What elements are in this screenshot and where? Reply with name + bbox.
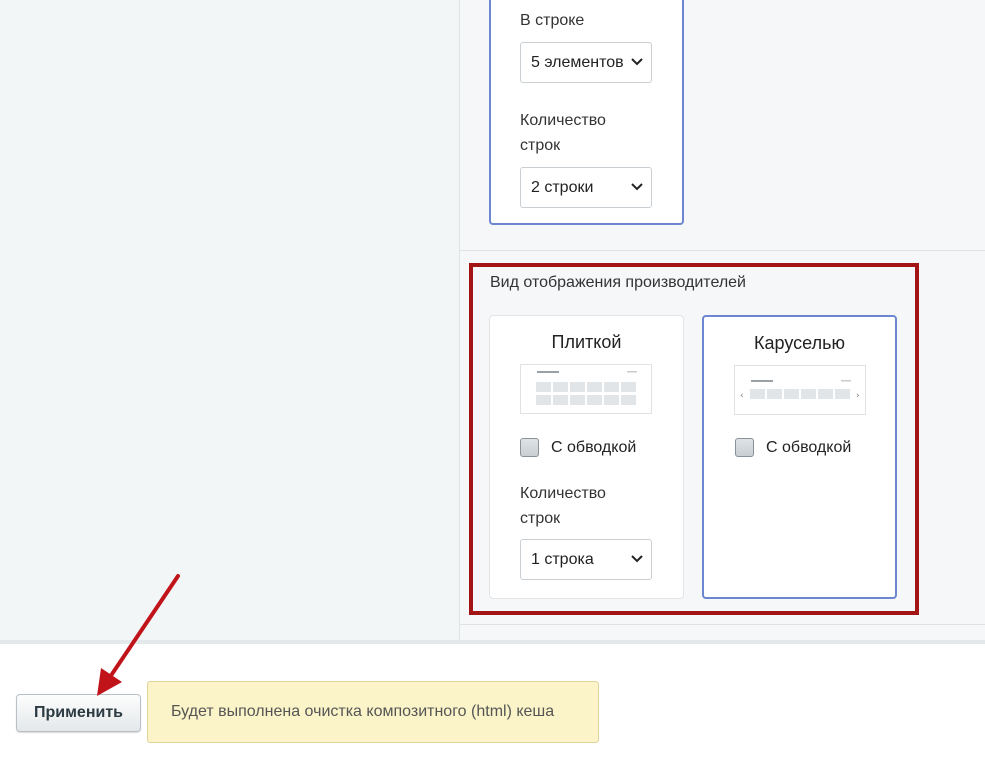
section-divider — [460, 624, 985, 625]
carousel-border-label: С обводкой — [766, 438, 852, 456]
rows-count-value: 2 строки — [531, 179, 594, 196]
items-per-row-value: 5 элементов — [531, 54, 624, 71]
chevron-down-icon — [631, 555, 643, 563]
apply-button[interactable]: Применить — [16, 694, 141, 732]
rows-count-label-2: строк — [520, 137, 561, 154]
left-panel — [0, 0, 460, 640]
tile-border-checkbox-row[interactable]: С обводкой — [520, 438, 636, 457]
carousel-preview-image: ‹ › — [734, 365, 866, 415]
tile-rows-label: Количество — [520, 485, 606, 502]
top-layout-card[interactable]: В строке 5 элементов Количество строк 2 … — [489, 0, 684, 225]
tile-rows-value: 1 строка — [531, 551, 594, 568]
chevron-down-icon — [631, 183, 643, 191]
chevron-down-icon — [631, 58, 643, 66]
rows-count-label: Количество — [520, 112, 606, 129]
tile-rows-select[interactable]: 1 строка — [520, 539, 652, 580]
svg-text:‹: ‹ — [740, 391, 744, 401]
items-per-row-label: В строке — [520, 12, 585, 29]
tile-option-card[interactable]: Плиткой С обводкой Количество строк 1 ст… — [489, 315, 684, 599]
carousel-option-card[interactable]: Каруселью ‹ › С обводкой — [702, 315, 897, 599]
rows-count-select[interactable]: 2 строки — [520, 167, 652, 208]
cache-notice: Будет выполнена очистка композитного (ht… — [147, 681, 599, 743]
carousel-border-checkbox-row[interactable]: С обводкой — [735, 438, 851, 457]
tile-option-title: Плиткой — [551, 332, 622, 352]
section-divider — [460, 250, 985, 251]
items-per-row-select[interactable]: 5 элементов — [520, 42, 652, 83]
carousel-option-title: Каруселью — [754, 333, 845, 353]
tile-preview-image — [520, 364, 652, 414]
brands-display-title: Вид отображения производителей — [490, 274, 746, 291]
tile-rows-label-2: строк — [520, 510, 561, 527]
carousel-border-checkbox[interactable] — [735, 438, 754, 457]
tile-border-label: С обводкой — [551, 438, 637, 456]
tile-border-checkbox[interactable] — [520, 438, 539, 457]
svg-text:›: › — [856, 391, 860, 401]
